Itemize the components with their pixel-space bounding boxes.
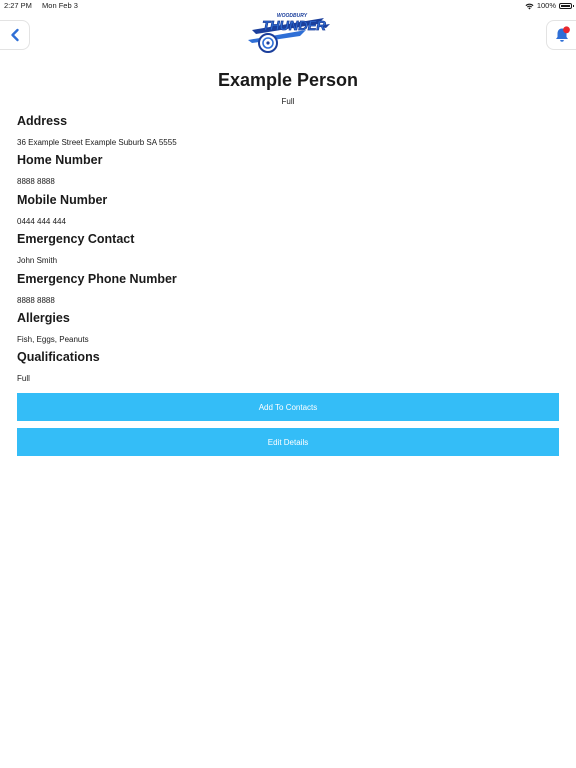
field-label: Address: [17, 114, 68, 128]
edit-details-button[interactable]: Edit Details: [17, 428, 559, 456]
field-label: Allergies: [17, 310, 70, 325]
battery-icon: [559, 3, 574, 9]
field-address: Address 36 Example Street Example Suburb…: [17, 114, 559, 153]
add-to-contacts-button[interactable]: Add To Contacts: [17, 393, 559, 421]
status-date: Mon Feb 3: [42, 1, 78, 10]
page-title: Example Person: [217, 70, 359, 90]
field-allergies: Allergies Fish, Eggs, Peanuts: [17, 311, 559, 350]
status-right: 100%: [525, 0, 574, 12]
notification-badge: [562, 26, 570, 34]
field-mobile-number: Mobile Number 0444 444 444: [17, 193, 559, 232]
field-value: John Smith: [17, 256, 58, 266]
logo-text-main: THUNDER: [262, 18, 326, 33]
field-value: 0444 444 444: [17, 216, 66, 226]
field-home-number: Home Number 8888 8888: [17, 153, 559, 192]
field-value: Full: [17, 374, 30, 384]
field-label: Emergency Phone Number: [17, 271, 177, 286]
team-logo: WOODBURY THUNDER: [248, 13, 330, 53]
status-time: 2:27 PM: [4, 1, 32, 10]
status-left: 2:27 PM Mon Feb 3: [4, 0, 86, 12]
field-value: 36 Example Street Example Suburb SA 5555: [17, 138, 177, 147]
bell-icon: [555, 26, 570, 42]
details-list: Address 36 Example Street Example Suburb…: [17, 114, 559, 390]
field-label: Emergency Contact: [17, 232, 135, 247]
chevron-left-icon: [10, 28, 19, 42]
field-label: Qualifications: [17, 350, 100, 365]
field-value: 8888 8888: [17, 177, 55, 187]
field-emergency-contact: Emergency Contact John Smith: [17, 232, 559, 271]
field-qualifications: Qualifications Full: [17, 350, 559, 389]
field-label: Home Number: [17, 153, 103, 168]
field-value: 8888 8888: [17, 295, 55, 305]
battery-percent: 100%: [536, 1, 556, 10]
wifi-icon: [525, 3, 534, 9]
field-value: Fish, Eggs, Peanuts: [17, 334, 89, 344]
field-label: Mobile Number: [17, 192, 108, 207]
field-emergency-phone: Emergency Phone Number 8888 8888: [17, 272, 559, 311]
back-button[interactable]: [0, 20, 30, 50]
page-subtitle: Full: [281, 97, 295, 106]
notifications-button[interactable]: [546, 20, 576, 50]
